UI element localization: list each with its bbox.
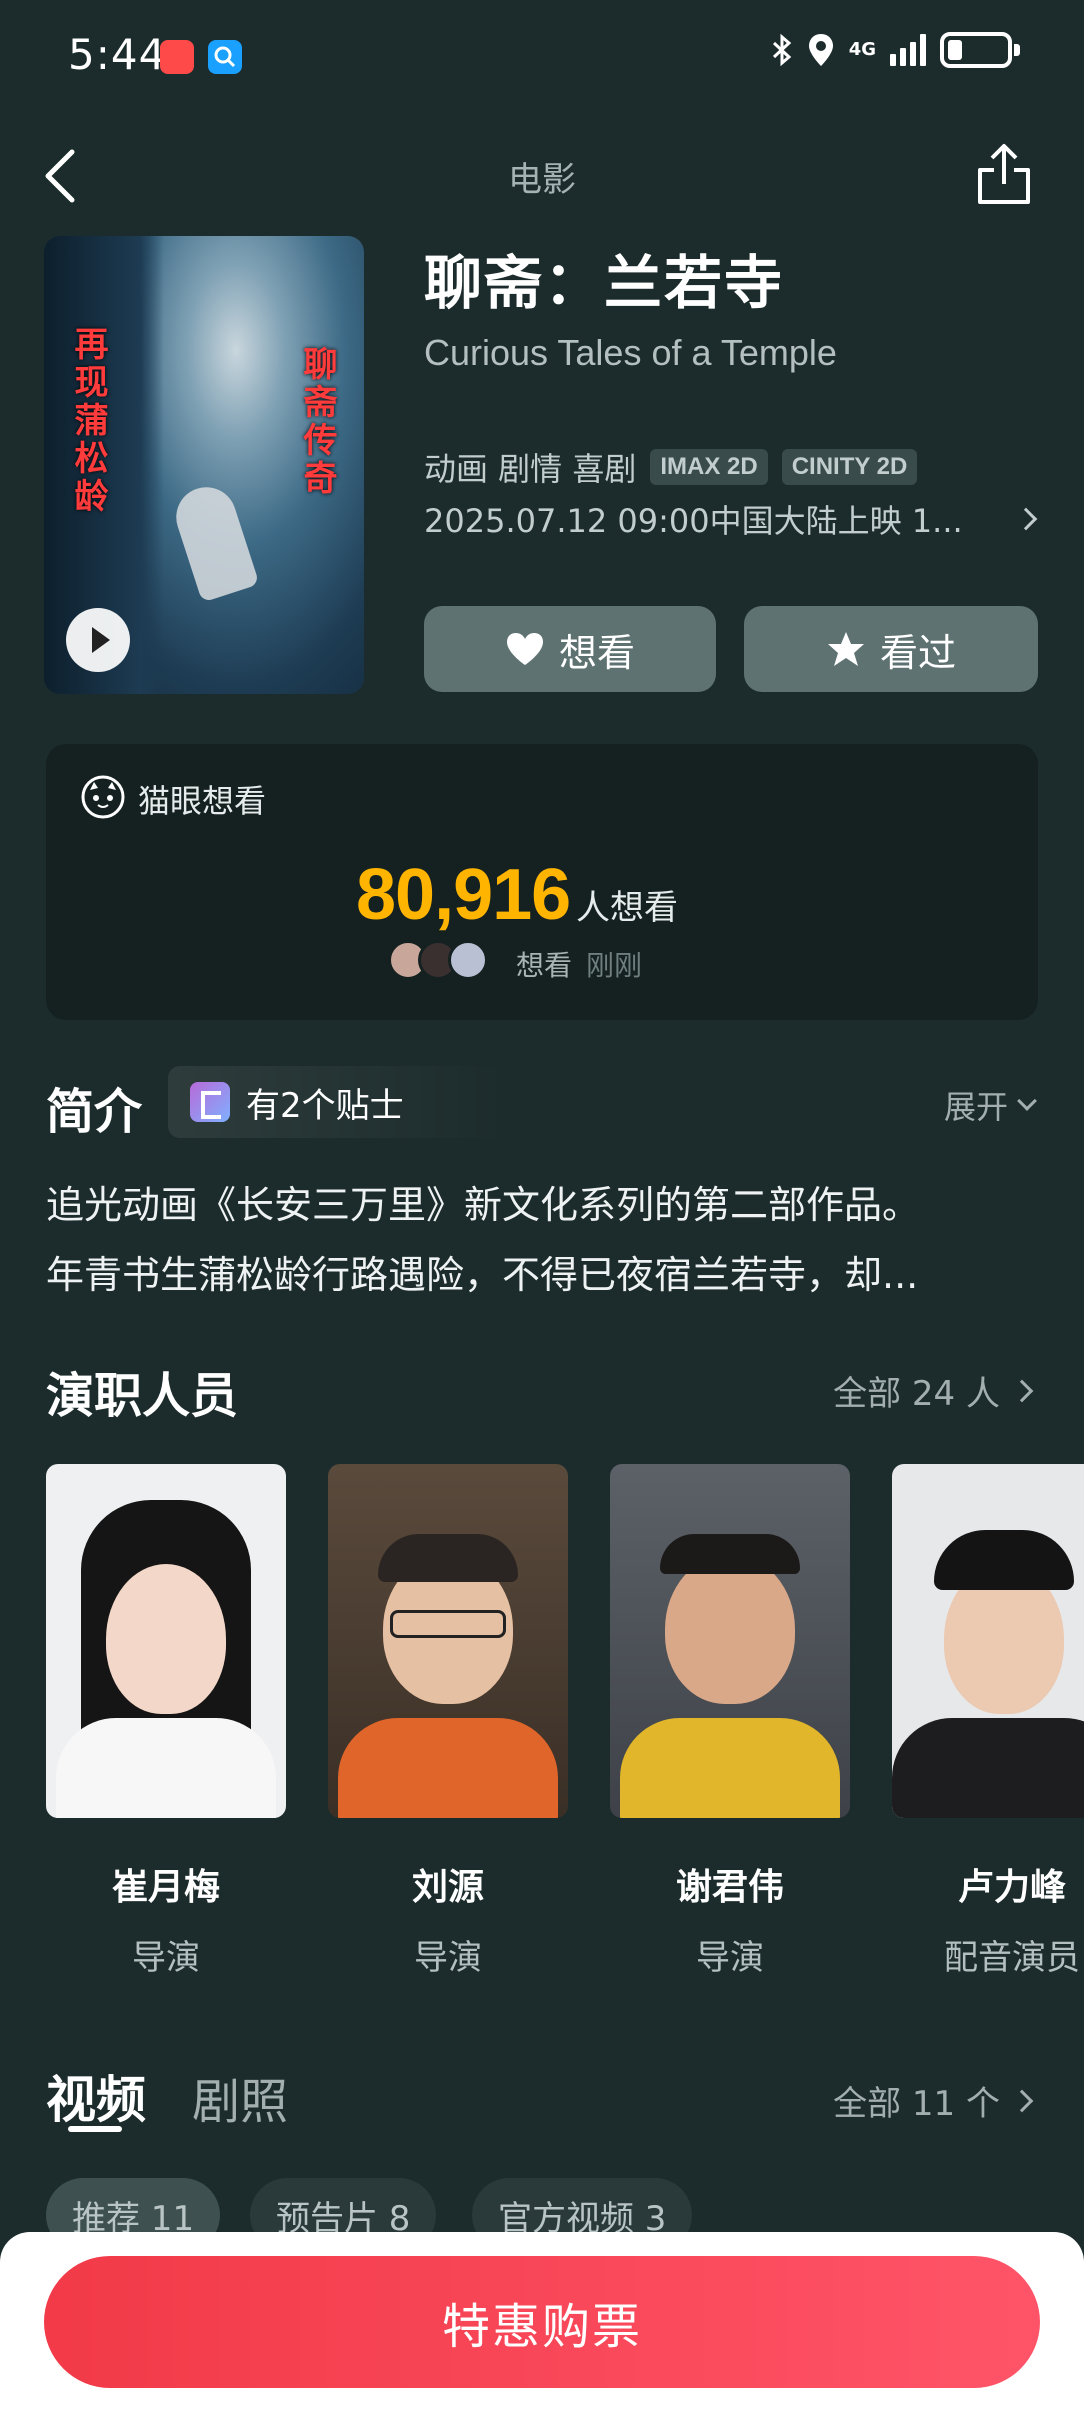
cast-all-link[interactable]: 全部 24 人 [833, 1366, 1034, 1415]
recent-user-avatars [388, 940, 488, 980]
want-card-label: 猫眼想看 [138, 782, 267, 820]
cast-section-title: 演职人员 [46, 1368, 239, 1424]
cast-role: 导演 [696, 1938, 764, 1978]
status-time: 5:44 [68, 30, 167, 79]
release-text: 2025.07.12 09:00中国大陆上映 1... [424, 502, 963, 540]
avatar [448, 940, 488, 980]
watched-label: 看过 [879, 630, 956, 675]
status-icons: 4G [771, 32, 1020, 68]
intro-text[interactable]: 追光动画《长安三万里》新文化系列的第二部作品。 年青书生蒲松龄行路遇险，不得已夜… [46, 1170, 1042, 1310]
cast-card[interactable]: 崔月梅 导演 [46, 1464, 286, 1979]
recent-time: 刚刚 [586, 949, 643, 982]
cast-photo [328, 1464, 568, 1818]
cast-name: 谢君伟 [675, 1867, 784, 1908]
cast-photo [610, 1464, 850, 1818]
movie-english-title: Curious Tales of a Temple [424, 332, 837, 373]
tips-label: 有2个贴士 [246, 1085, 404, 1126]
expand-label: 展开 [943, 1088, 1008, 1126]
tips-icon [190, 1082, 230, 1122]
tips-button[interactable]: 有2个贴士 [168, 1066, 508, 1138]
movie-genres: 动画 剧情 喜剧 [424, 450, 637, 488]
want-to-watch-label: 想看 [558, 630, 635, 675]
page-title: 电影 [508, 160, 576, 200]
buy-ticket-button[interactable]: 特惠购票 [44, 2256, 1040, 2388]
cast-card[interactable]: 卢力峰 配音演员 [892, 1464, 1084, 1979]
cast-photo [46, 1464, 286, 1818]
movie-title: 聊斋：兰若寺 [424, 249, 785, 317]
cast-name: 卢力峰 [957, 1867, 1066, 1908]
search-app-icon [208, 40, 242, 74]
cat-logo-icon [81, 775, 125, 819]
chevron-right-icon [1014, 507, 1038, 531]
tab-active-indicator [68, 2126, 122, 2132]
cast-photo [892, 1464, 1084, 1818]
recent-action: 想看 [516, 949, 573, 982]
share-icon[interactable] [976, 142, 1032, 206]
chevron-down-icon [1017, 1091, 1037, 1111]
cast-role: 配音演员 [944, 1938, 1080, 1978]
intro-section-title: 简介 [46, 1084, 143, 1140]
cast-name: 崔月梅 [111, 1867, 220, 1908]
bluetooth-icon [772, 33, 791, 67]
video-all-label: 全部 11 个 [833, 2084, 1000, 2124]
cast-card[interactable]: 刘源 导演 [328, 1464, 568, 1979]
poster-slogan-left: 再现蒲松龄 [68, 326, 108, 516]
want-count-unit: 人想看 [576, 888, 678, 928]
format-tag: CINITY 2D [781, 449, 918, 485]
chevron-right-icon [1010, 1379, 1034, 1402]
chevron-right-icon [1010, 2089, 1034, 2112]
want-to-watch-button[interactable]: 想看 [424, 606, 716, 692]
cast-name: 刘源 [411, 1867, 484, 1908]
signal-icon [890, 34, 926, 66]
tab-video[interactable]: 视频 [46, 2060, 146, 2132]
cast-card[interactable]: 谢君伟 导演 [610, 1464, 850, 1979]
intro-line: 追光动画《长安三万里》新文化系列的第二部作品。 [46, 1183, 921, 1227]
cast-role: 导演 [414, 1938, 482, 1978]
tab-stills[interactable]: 剧照 [192, 2062, 288, 2132]
huawei-app-icon [160, 40, 194, 74]
intro-line: 年青书生蒲松龄行路遇险，不得已夜宿兰若寺，却... [46, 1253, 919, 1297]
heart-icon [506, 633, 543, 665]
format-tag: IMAX 2D [650, 449, 768, 485]
release-info[interactable]: 2025.07.12 09:00中国大陆上映 1... [424, 496, 1044, 542]
location-icon [808, 34, 833, 66]
want-count: 80,916 [356, 855, 571, 935]
poster-slogan-right: 聊斋传奇 [297, 346, 337, 498]
movie-poster[interactable]: 再现蒲松龄 聊斋传奇 [44, 236, 364, 694]
recent-activity: 想看 刚刚 [516, 944, 642, 984]
star-icon [827, 632, 864, 666]
watched-button[interactable]: 看过 [744, 606, 1038, 692]
battery-icon [940, 32, 1020, 68]
cast-role: 导演 [132, 1938, 200, 1978]
expand-intro-button[interactable]: 展开 [943, 1082, 1037, 1128]
video-all-link[interactable]: 全部 11 个 [833, 2076, 1034, 2125]
movie-genres-row: 动画 剧情 喜剧 IMAX 2D CINITY 2D [424, 444, 918, 490]
play-icon[interactable] [66, 608, 130, 672]
cast-all-label: 全部 24 人 [833, 1374, 1000, 1414]
network-type: 4G [848, 39, 876, 60]
